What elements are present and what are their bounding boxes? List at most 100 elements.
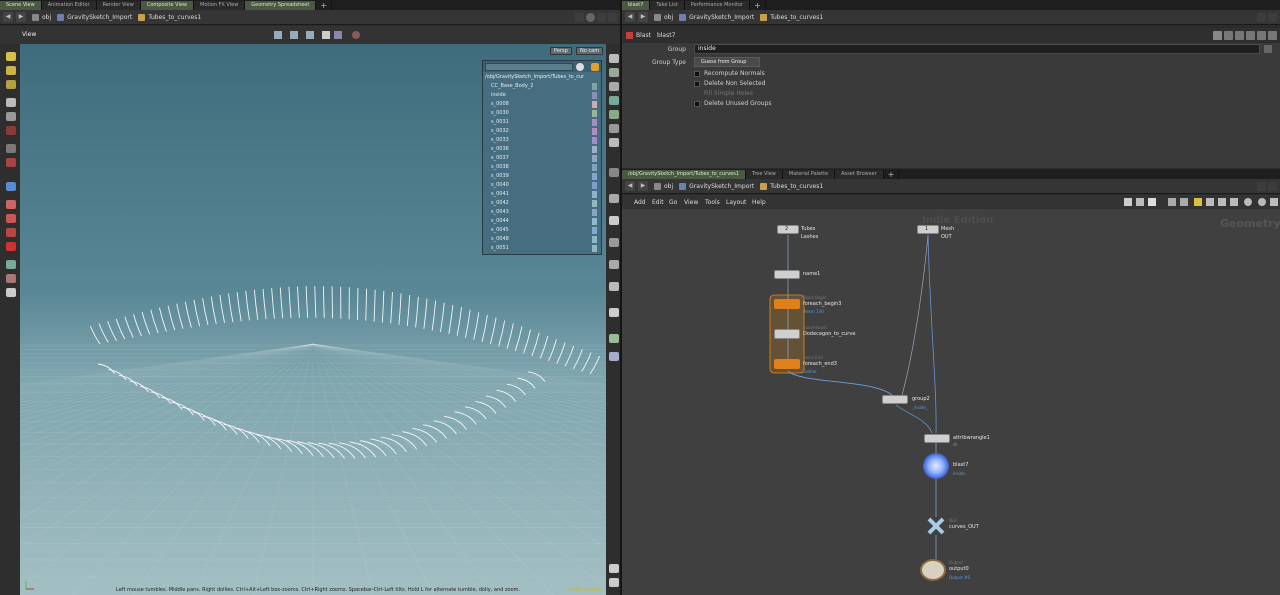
- group-list-item[interactable]: CC_Base_Body_2: [483, 82, 601, 91]
- node-name-field[interactable]: blast7: [657, 32, 675, 39]
- display-option-icon[interactable]: [609, 352, 619, 361]
- breadcrumb-obj[interactable]: obj: [32, 13, 51, 21]
- display-option-icon[interactable]: [609, 308, 619, 317]
- flag-icon[interactable]: [1194, 198, 1202, 206]
- null-node[interactable]: [926, 517, 946, 535]
- camera-menu-button[interactable]: No cam: [576, 47, 604, 55]
- tab-material-palette[interactable]: Material Palette: [782, 170, 836, 179]
- tab-geometry-spreadsheet[interactable]: Geometry Spreadsheet: [245, 1, 317, 10]
- lock-icon[interactable]: [1246, 30, 1255, 40]
- dodecagon-node[interactable]: [774, 329, 800, 339]
- group-list-item[interactable]: s_0031: [483, 118, 601, 127]
- display-option-icon[interactable]: [609, 216, 619, 225]
- bypass-icon[interactable]: [1230, 198, 1238, 206]
- pose-tool-icon[interactable]: [6, 112, 16, 121]
- question-icon[interactable]: [1268, 30, 1277, 40]
- display-option-icon[interactable]: [609, 238, 619, 247]
- foreach-begin-node[interactable]: [774, 299, 800, 309]
- display-option-icon[interactable]: [609, 54, 619, 63]
- menu-view[interactable]: View: [684, 199, 698, 206]
- wire-icon[interactable]: [306, 31, 314, 39]
- name1-node[interactable]: [774, 270, 800, 279]
- group-list-item[interactable]: s_0044: [483, 217, 601, 226]
- list-icon[interactable]: [1180, 198, 1188, 206]
- group-list-item[interactable]: s_0051: [483, 244, 601, 253]
- group-list-item[interactable]: s_0045: [483, 226, 601, 235]
- display-option-icon[interactable]: [609, 194, 619, 203]
- breadcrumb-import[interactable]: GravitySketch_Import: [57, 13, 132, 21]
- camera-tool-icon[interactable]: [6, 260, 16, 269]
- record-tool-icon[interactable]: [6, 158, 16, 167]
- display-option-icon[interactable]: [609, 124, 619, 133]
- add-tab-button[interactable]: +: [884, 170, 900, 179]
- group-type-dropdown[interactable]: Guess from Group: [694, 57, 760, 67]
- pane-menu-icon[interactable]: [1268, 181, 1277, 191]
- home-icon[interactable]: [1244, 198, 1252, 206]
- forward-button[interactable]: ▶: [638, 12, 648, 22]
- display-option-icon[interactable]: [609, 260, 619, 269]
- recompute-normals-checkbox[interactable]: [694, 71, 700, 77]
- display-option-icon[interactable]: [609, 282, 619, 291]
- display-option-icon[interactable]: [609, 168, 619, 177]
- output-node[interactable]: [920, 559, 946, 581]
- magnet-tool-icon[interactable]: [6, 228, 16, 237]
- select-icon[interactable]: [290, 31, 298, 39]
- display-option-icon[interactable]: [609, 82, 619, 91]
- tab-animation-editor[interactable]: Animation Editor: [41, 1, 97, 10]
- add-tab-button[interactable]: +: [750, 1, 766, 10]
- group-param-field[interactable]: inside: [694, 44, 1260, 54]
- blast7-node[interactable]: [923, 453, 949, 479]
- display-option-icon[interactable]: [609, 96, 619, 105]
- network-editor[interactable]: Indie Edition Geometry 2 Tubes Lashes 1 …: [622, 209, 1280, 595]
- gear-icon[interactable]: [576, 63, 584, 71]
- menu-go[interactable]: Go: [669, 199, 677, 206]
- star-icon[interactable]: [591, 63, 599, 71]
- group-list-item[interactable]: s_0040: [483, 181, 601, 190]
- group2-node[interactable]: [882, 395, 908, 404]
- group-list-item[interactable]: s_0039: [483, 172, 601, 181]
- display-option-icon[interactable]: [609, 138, 619, 147]
- breadcrumb-obj[interactable]: obj: [654, 182, 673, 190]
- pin-icon[interactable]: [575, 12, 584, 22]
- group-search-input[interactable]: [485, 62, 573, 71]
- group-select-arrow-icon[interactable]: [1264, 45, 1272, 53]
- tab-composite-view[interactable]: Composite View: [140, 1, 194, 10]
- menu-edit[interactable]: Edit: [652, 199, 664, 206]
- menu-tools[interactable]: Tools: [705, 199, 720, 206]
- pointer-tool-icon[interactable]: [6, 98, 16, 107]
- display-option-icon[interactable]: [609, 68, 619, 77]
- tab-asset-browser[interactable]: Asset Browser: [835, 170, 884, 179]
- group-list-item[interactable]: s_0043: [483, 208, 601, 217]
- menu-help[interactable]: Help: [752, 199, 766, 206]
- breadcrumb-obj[interactable]: obj: [654, 13, 673, 21]
- forward-button[interactable]: ▶: [638, 181, 648, 191]
- pane-menu-icon[interactable]: [1268, 12, 1277, 22]
- menu-layout[interactable]: Layout: [726, 199, 746, 206]
- forward-button[interactable]: ▶: [16, 12, 26, 22]
- group-list-item[interactable]: s_0036: [483, 145, 601, 154]
- zoom-fit-icon[interactable]: [1270, 198, 1278, 206]
- search-icon[interactable]: [1257, 30, 1266, 40]
- template-icon[interactable]: [1218, 198, 1226, 206]
- note-icon[interactable]: [1148, 198, 1156, 206]
- delete-non-selected-checkbox[interactable]: [694, 81, 700, 87]
- persp-menu-button[interactable]: Persp: [550, 47, 572, 55]
- add-tab-button[interactable]: +: [316, 1, 333, 10]
- view-tool-icon[interactable]: [6, 182, 16, 191]
- breadcrumb-import[interactable]: GravitySketch_Import: [679, 182, 754, 190]
- group-list-item[interactable]: s_0048: [483, 235, 601, 244]
- info-icon[interactable]: [1235, 30, 1244, 40]
- grid-icon[interactable]: [1168, 198, 1176, 206]
- delete-unused-groups-checkbox[interactable]: [694, 101, 700, 107]
- tab-parameters[interactable]: blast7: [622, 1, 651, 10]
- wrench-icon[interactable]: [1124, 198, 1132, 206]
- tab-scene-view[interactable]: Scene View: [0, 1, 42, 10]
- tab-performance-monitor[interactable]: Performance Monitor: [684, 1, 751, 10]
- pin-icon[interactable]: [1257, 181, 1266, 191]
- tab-render-view[interactable]: Render View: [96, 1, 141, 10]
- display-icon[interactable]: [334, 31, 342, 39]
- lock-tool-icon[interactable]: [6, 126, 16, 135]
- tab-tree-view[interactable]: Tree View: [746, 170, 783, 179]
- menu-add[interactable]: Add: [634, 199, 646, 206]
- light-tool-icon[interactable]: [6, 274, 16, 283]
